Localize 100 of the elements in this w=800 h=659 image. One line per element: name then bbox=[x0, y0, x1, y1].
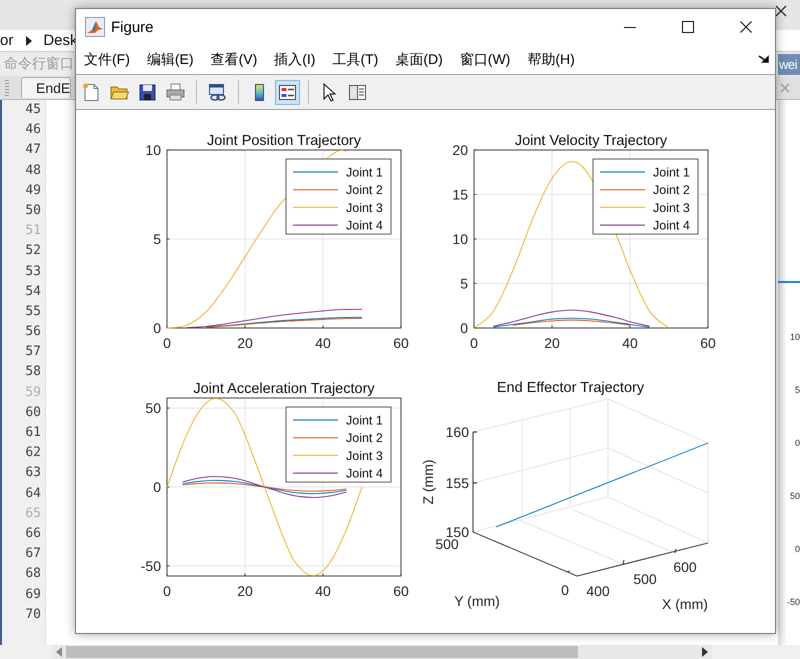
line-number: 65 bbox=[24, 504, 42, 523]
tick-label: 600 bbox=[673, 559, 697, 575]
line-number: 52 bbox=[24, 242, 42, 260]
caret-right-icon bbox=[25, 36, 34, 46]
axis-label: Z (mm) bbox=[420, 459, 436, 505]
line-number: 63 bbox=[24, 464, 42, 482]
chart-title: Joint Acceleration Trajectory bbox=[193, 381, 375, 397]
menu-item[interactable]: 文件(F) bbox=[84, 50, 130, 68]
menu-item[interactable]: 查看(V) bbox=[210, 50, 258, 68]
scrollbar-thumb[interactable] bbox=[66, 646, 578, 658]
scroll-right-icon bbox=[701, 647, 709, 657]
editor-tab[interactable]: EndE bbox=[21, 77, 72, 98]
tick-label: 0 bbox=[163, 335, 171, 351]
close-icon bbox=[775, 5, 787, 17]
line-number: 59 bbox=[24, 384, 42, 402]
tick-label: 50 bbox=[145, 400, 161, 416]
dock-arrow-icon bbox=[758, 54, 770, 64]
tick-label: 10 bbox=[452, 231, 468, 247]
horizontal-scrollbar[interactable] bbox=[52, 645, 712, 659]
peak-logo-icon bbox=[85, 17, 105, 37]
tick-label: 60 bbox=[700, 335, 716, 351]
legend-label: Joint 3 bbox=[346, 200, 383, 215]
close-icon bbox=[780, 82, 790, 92]
chart-title: Joint Velocity Trajectory bbox=[514, 133, 668, 149]
legend-label: Joint 1 bbox=[653, 166, 690, 180]
legend-label: Joint 2 bbox=[346, 431, 383, 446]
grip-handle[interactable] bbox=[5, 80, 9, 96]
legend-label: Joint 3 bbox=[346, 448, 383, 463]
linked-windows-icon bbox=[207, 82, 228, 102]
line-number: 66 bbox=[24, 524, 42, 543]
line-number: 61 bbox=[24, 424, 42, 442]
breadcrumb-item[interactable]: or bbox=[0, 32, 14, 49]
close-icon bbox=[740, 21, 752, 33]
legend-label: Joint 1 bbox=[346, 414, 383, 428]
line-number: 67 bbox=[24, 545, 42, 564]
tick-label: 500 bbox=[633, 571, 657, 587]
tick-label: -50 bbox=[140, 558, 161, 574]
line-number: 47 bbox=[24, 141, 42, 160]
tick-label: 0 bbox=[163, 583, 171, 599]
line-number: 56 bbox=[24, 323, 42, 342]
tick-label: 20 bbox=[237, 335, 253, 351]
line-number: 50 bbox=[24, 202, 42, 220]
legend-line bbox=[600, 189, 646, 190]
legend-line bbox=[292, 189, 338, 190]
line-number: 54 bbox=[24, 282, 42, 301]
line-number: 70 bbox=[24, 606, 42, 624]
line-number: 60 bbox=[24, 404, 42, 422]
line-number: 45 bbox=[24, 101, 42, 119]
legend-label: Joint 1 bbox=[346, 166, 383, 180]
scroll-left-icon bbox=[55, 647, 63, 657]
legend-line bbox=[292, 472, 338, 474]
menu-item[interactable]: 桌面(D) bbox=[395, 50, 443, 68]
line-number: 46 bbox=[24, 121, 42, 140]
line-number: 51 bbox=[24, 222, 42, 240]
tick-label: 0 bbox=[561, 582, 569, 598]
tick-label: 40 bbox=[622, 335, 638, 351]
axis-label: X (mm) bbox=[662, 596, 708, 612]
line-number: 64 bbox=[24, 484, 42, 503]
menu-item[interactable]: 帮助(H) bbox=[527, 50, 575, 68]
tick-label: -50 bbox=[786, 596, 800, 609]
tick-label: 155 bbox=[446, 475, 469, 491]
menu-item[interactable]: 编辑(E) bbox=[146, 50, 194, 68]
tick-label: 5 bbox=[794, 384, 800, 397]
tick-label: 20 bbox=[452, 142, 468, 158]
legend-button[interactable] bbox=[275, 80, 300, 104]
printer-icon bbox=[165, 82, 186, 102]
legend-label: Joint 4 bbox=[346, 218, 383, 233]
plot-line bbox=[778, 281, 800, 283]
tick-label: 20 bbox=[237, 583, 253, 599]
legend-line bbox=[292, 437, 338, 438]
legend-line bbox=[600, 206, 646, 208]
menu-item[interactable]: 窗口(W) bbox=[460, 50, 510, 68]
tick-label: 60 bbox=[393, 335, 409, 351]
maximize-icon bbox=[682, 21, 694, 33]
menu-item[interactable]: 插入(I) bbox=[274, 50, 316, 68]
line-number: 69 bbox=[24, 586, 42, 604]
tick-label: 0 bbox=[153, 479, 161, 495]
tick-label: 0 bbox=[794, 437, 800, 450]
legend-line bbox=[292, 206, 338, 208]
tick-label: 10 bbox=[145, 142, 161, 158]
menu-item[interactable]: 工具(T) bbox=[332, 50, 378, 68]
tick-label: 160 bbox=[446, 424, 469, 440]
tick-label: 20 bbox=[544, 335, 560, 351]
chart-title: Joint Position Trajectory bbox=[207, 133, 361, 149]
legend-line bbox=[292, 224, 338, 226]
line-number: 55 bbox=[24, 302, 42, 321]
line-number: 48 bbox=[24, 162, 42, 180]
tick-label: 10 bbox=[788, 331, 800, 344]
tick-label: 40 bbox=[315, 583, 331, 599]
legend-label: Joint 2 bbox=[653, 183, 690, 198]
legend-label: Joint 4 bbox=[653, 218, 690, 233]
tick-label: 400 bbox=[586, 583, 610, 599]
line-number: 58 bbox=[24, 363, 42, 382]
legend-label: Joint 2 bbox=[346, 183, 383, 198]
tick-label: 15 bbox=[452, 186, 468, 202]
tick-label: 0 bbox=[153, 320, 161, 336]
panel-title: 命令行窗口 bbox=[4, 55, 74, 73]
tick-label: 60 bbox=[393, 583, 409, 599]
chart-title: End Effector Trajectory bbox=[496, 380, 644, 396]
tick-label: 40 bbox=[315, 335, 331, 351]
